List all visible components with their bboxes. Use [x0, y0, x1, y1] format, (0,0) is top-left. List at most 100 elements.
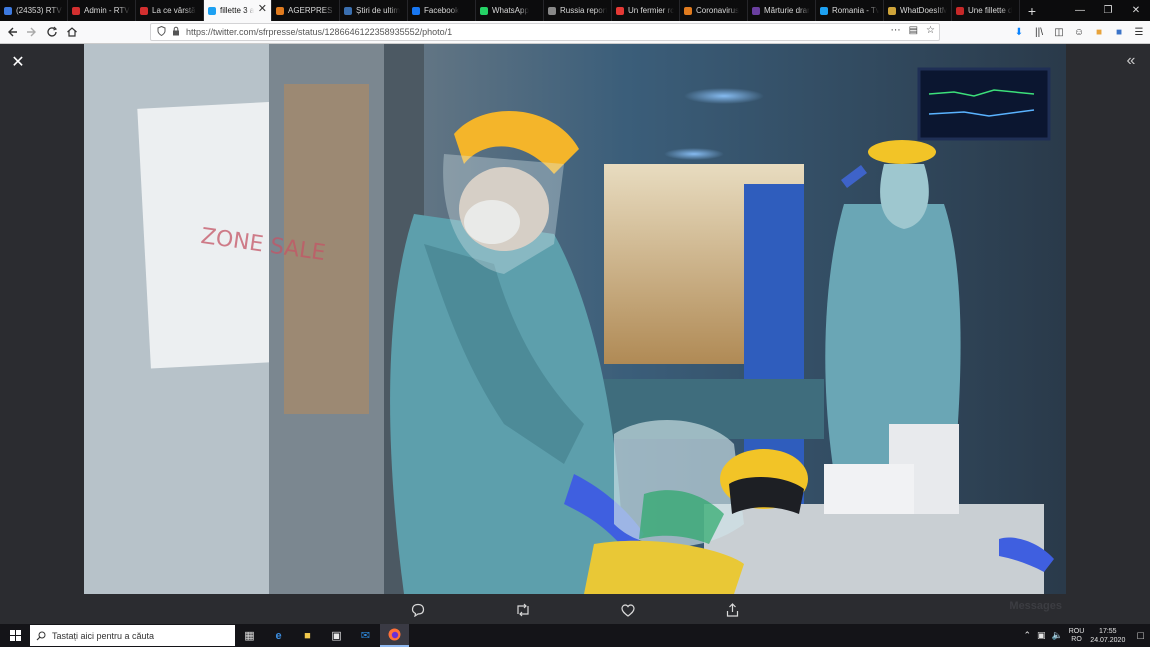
tab-7[interactable]: WhatsApp: [476, 0, 544, 21]
toolbar-right: ⬇ ||\ ◫ ☺ ■ ■ ☰: [1012, 23, 1146, 41]
back-arrow-icon: [8, 27, 17, 37]
pocket-icon[interactable]: ▤: [909, 25, 918, 36]
r-logo-icon: [72, 6, 80, 15]
twitter-icon: [820, 6, 828, 15]
tab-12[interactable]: Romania - Tv: [816, 0, 884, 21]
share-button[interactable]: [680, 596, 785, 624]
input-language[interactable]: ROU RO: [1069, 628, 1085, 644]
store-icon[interactable]: ▣: [322, 624, 351, 647]
retweet-button[interactable]: [470, 596, 575, 624]
task-view-icon[interactable]: ▦: [235, 624, 264, 647]
new-tab-button[interactable]: +: [1020, 0, 1044, 21]
tab-label: Admin - RTV: [84, 6, 130, 15]
tab-label: Russia report: [560, 6, 607, 15]
window-controls: — ❐ ✕: [1066, 0, 1150, 21]
language-code: ROU: [1068, 627, 1085, 635]
lock-icon[interactable]: [172, 26, 180, 38]
facebook-icon: [412, 6, 420, 15]
seven-icon: [956, 6, 964, 15]
forward-button[interactable]: [22, 22, 42, 42]
red-circle-icon: [616, 6, 624, 15]
tweet-photo[interactable]: ZONE SALE: [84, 44, 1066, 594]
tab-1[interactable]: Admin - RTV: [68, 0, 136, 21]
network-icon[interactable]: ▣: [1037, 630, 1046, 641]
tab-label: AGERPRES -: [288, 6, 335, 15]
restore-icon[interactable]: ❐: [1094, 0, 1122, 21]
share-icon: [726, 603, 739, 617]
tab-6[interactable]: Facebook: [408, 0, 476, 21]
photo-image: ZONE SALE: [84, 44, 1066, 594]
tab-label: fillette 3 a: [220, 6, 255, 15]
minimize-icon[interactable]: —: [1066, 0, 1094, 21]
back-button[interactable]: [2, 22, 22, 42]
extension-icon[interactable]: ■: [1112, 23, 1126, 41]
file-explorer-icon[interactable]: ■: [293, 624, 322, 647]
tab-label: Mărturie drar: [764, 6, 810, 15]
tab-label: Romania - Tv: [832, 6, 879, 15]
page-actions-icon[interactable]: ⋯: [891, 25, 901, 36]
edge-icon[interactable]: e: [264, 624, 293, 647]
tab-13[interactable]: WhatDoesItM: [884, 0, 952, 21]
like-button[interactable]: [575, 596, 680, 624]
mail-icon[interactable]: ✉: [351, 624, 380, 647]
url-bar[interactable]: https://twitter.com/sfrpresse/status/128…: [150, 23, 940, 41]
tab-label: Știri de ultim: [356, 6, 401, 15]
menu-icon[interactable]: ☰: [1132, 23, 1146, 41]
clock[interactable]: 17:55 24.07.2020: [1090, 627, 1125, 645]
tab-label: Facebook: [424, 6, 460, 15]
agerpres-icon: [276, 6, 284, 15]
tab-10[interactable]: Coronavirus: [680, 0, 748, 21]
heart-icon: [620, 603, 635, 617]
close-icon[interactable]: ✕: [10, 54, 26, 71]
keyboard-layout: RO: [1071, 635, 1082, 643]
tab-strip: (24353) RTV Y Admin - RTV La ce vârstă fill…: [0, 0, 1150, 21]
bars-icon: [888, 6, 896, 15]
bookmark-star-icon[interactable]: ☆: [926, 25, 935, 36]
tab-5[interactable]: Știri de ultim: [340, 0, 408, 21]
system-tray: ⌃ ▣ 🔈 ROU RO 17:55 24.07.2020 □: [1023, 624, 1150, 647]
search-icon: [36, 631, 46, 640]
tab-label: Une fillette d: [968, 6, 1013, 15]
tab-label: WhatDoesItM: [900, 6, 947, 15]
firefox-icon[interactable]: [380, 624, 409, 647]
extension-icon[interactable]: ■: [1092, 23, 1106, 41]
taskbar-search-box[interactable]: Tastați aici pentru a căuta: [30, 625, 235, 646]
reply-button[interactable]: [365, 596, 470, 624]
tab-list: (24353) RTV Y Admin - RTV La ce vârstă fill…: [0, 0, 1020, 21]
tray-chevron-up-icon[interactable]: ⌃: [1023, 630, 1031, 641]
volume-icon[interactable]: 🔈: [1052, 630, 1063, 641]
close-tab-icon[interactable]: ✕: [258, 4, 267, 15]
reload-icon: [47, 26, 58, 37]
photo-viewer: ✕ « ZONE SALE Messages: [0, 44, 1150, 624]
tab-4[interactable]: AGERPRES -: [272, 0, 340, 21]
tab-3[interactable]: fillette 3 a ✕: [204, 0, 272, 21]
reload-button[interactable]: [42, 22, 62, 42]
tab-label: Un fermier rc: [628, 6, 675, 15]
dots-icon: [548, 6, 556, 15]
notifications-icon[interactable]: □: [1131, 630, 1144, 642]
close-window-icon[interactable]: ✕: [1122, 0, 1150, 21]
library-icon[interactable]: ||\: [1032, 23, 1046, 41]
url-text: https://twitter.com/sfrpresse/status/128…: [186, 27, 453, 37]
url-bar-actions: ⋯ ▤ ☆: [891, 25, 935, 36]
clock-date: 24.07.2020: [1090, 636, 1126, 644]
tab-8[interactable]: Russia report: [544, 0, 612, 21]
tab-2[interactable]: La ce vârstă: [136, 0, 204, 21]
forward-arrow-icon: [27, 27, 36, 37]
tab-11[interactable]: Mărturie drar: [748, 0, 816, 21]
tab-9[interactable]: Un fermier rc: [612, 0, 680, 21]
tab-0[interactable]: (24353) RTV Y: [0, 0, 68, 21]
windows-taskbar: Tastați aici pentru a căuta ▦ e ■ ▣ ✉ ⌃ …: [0, 624, 1150, 647]
tab-label: Coronavirus: [696, 6, 740, 15]
r-logo-icon: [140, 6, 148, 15]
tab-14[interactable]: Une fillette d: [952, 0, 1020, 21]
windows-logo-icon: [9, 630, 21, 641]
home-button[interactable]: [62, 22, 82, 42]
tab-label: (24353) RTV Y: [16, 6, 63, 15]
sidebar-icon[interactable]: ◫: [1052, 23, 1066, 41]
start-button[interactable]: [0, 624, 30, 647]
download-icon[interactable]: ⬇: [1012, 23, 1026, 41]
shield-icon[interactable]: [157, 25, 166, 38]
expand-sidebar-icon[interactable]: «: [1122, 52, 1140, 70]
account-icon[interactable]: ☺: [1072, 23, 1086, 41]
